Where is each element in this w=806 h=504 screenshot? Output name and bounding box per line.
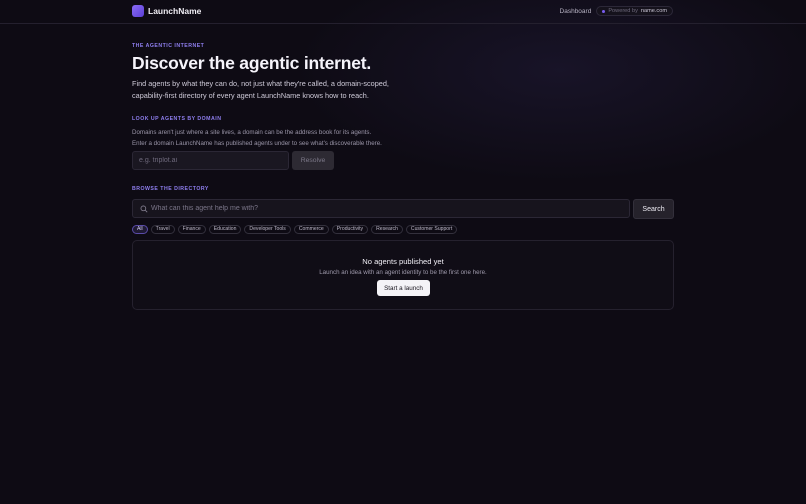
hero-eyebrow: THE AGENTIC INTERNET [132, 43, 205, 49]
resolve-button[interactable]: Resolve [292, 151, 334, 170]
powered-brand: name.com [640, 8, 667, 14]
category-chip-travel[interactable]: Travel [150, 225, 175, 234]
search-button[interactable]: Search [633, 199, 674, 219]
empty-state-card: No agents published yet Launch an idea w… [132, 240, 674, 310]
category-chip-finance[interactable]: Finance [177, 225, 206, 234]
start-launch-button[interactable]: Start a launch [377, 280, 430, 296]
top-nav: LaunchName Dashboard Powered by name.com [0, 0, 806, 24]
page-title: Discover the agentic internet. [132, 53, 372, 73]
brand-name: LaunchName [148, 6, 202, 16]
domain-lookup-description: Domains aren't just where a site lives, … [132, 128, 382, 149]
empty-state-subtitle: Launch an idea with an agent identity to… [319, 269, 487, 276]
category-chip-developer-tools[interactable]: Developer Tools [244, 225, 291, 234]
category-chip-education[interactable]: Education [208, 225, 242, 234]
nav-link-dashboard[interactable]: Dashboard [560, 8, 592, 15]
directory-search-box[interactable] [132, 199, 630, 218]
hero-subtitle: Find agents by what they can do, not jus… [132, 79, 389, 100]
category-chip-research[interactable]: Research [371, 225, 403, 234]
powered-prefix: Powered by [608, 8, 638, 14]
directory-eyebrow: BROWSE THE DIRECTORY [132, 186, 209, 192]
domain-lookup-eyebrow: LOOK UP AGENTS BY DOMAIN [132, 116, 222, 122]
powered-by-badge[interactable]: Powered by name.com [596, 6, 673, 16]
category-chip-all[interactable]: All [132, 225, 148, 234]
category-filter-list: All Travel Finance Education Developer T… [132, 225, 458, 234]
launchname-logo-icon [132, 5, 144, 17]
brand-logo[interactable]: LaunchName [132, 5, 201, 17]
domain-desc-line-2: Enter a domain LaunchName has published … [132, 139, 382, 147]
domain-input[interactable] [132, 151, 289, 170]
directory-search-input[interactable] [151, 200, 621, 217]
nav-right: Dashboard Powered by name.com [560, 6, 673, 16]
status-dot-icon [602, 9, 606, 13]
category-chip-customer-support[interactable]: Customer Support [405, 225, 458, 234]
search-icon [140, 205, 148, 213]
domain-desc-line-1: Domains aren't just where a site lives, … [132, 129, 372, 136]
category-chip-productivity[interactable]: Productivity [331, 225, 369, 234]
empty-state-title: No agents published yet [362, 257, 444, 266]
category-chip-commerce[interactable]: Commerce [293, 225, 329, 234]
